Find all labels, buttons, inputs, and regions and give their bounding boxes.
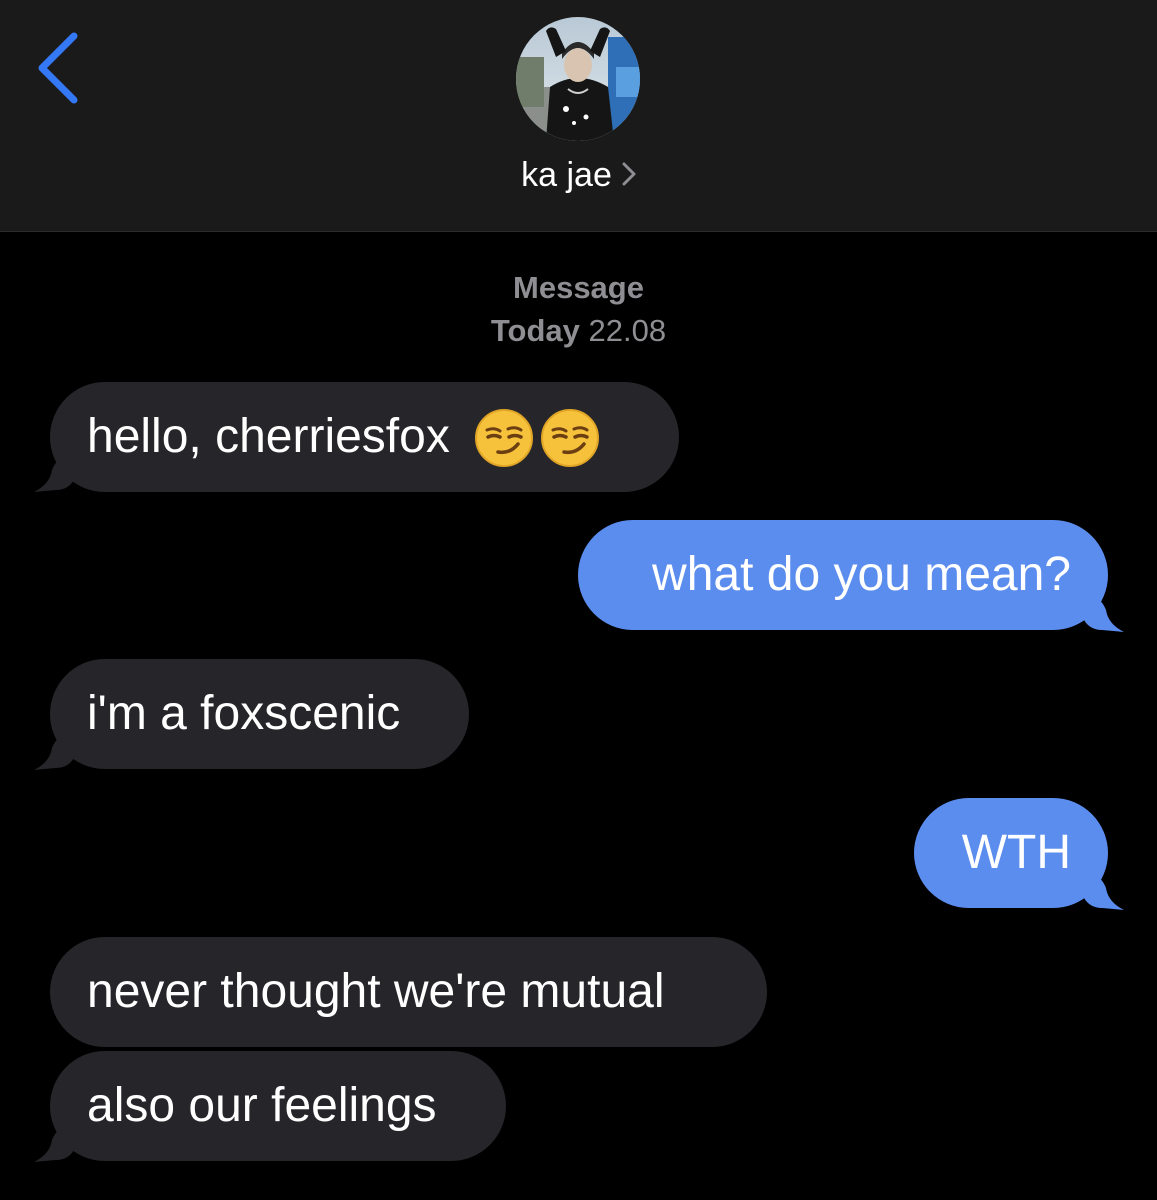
timestamp-day: Today: [490, 313, 580, 348]
message-text: WTH: [961, 826, 1071, 879]
back-button[interactable]: [30, 28, 90, 108]
emoji-group: [468, 380, 600, 490]
message-text: never thought we're mutual: [87, 965, 665, 1018]
conversation-header: ka jae: [0, 0, 1157, 232]
smirking-face-emoji-icon: [540, 408, 599, 467]
message-text: what do you mean?: [652, 548, 1071, 601]
service-label-text: Message: [513, 270, 644, 305]
avatar-photo-icon: [516, 17, 640, 141]
message-bubble-sent[interactable]: what do you mean?: [578, 520, 1108, 630]
message-bubble-received[interactable]: never thought we're mutual: [50, 937, 767, 1047]
message-bubble-sent[interactable]: WTH: [914, 798, 1108, 908]
message-text: also our feelings: [87, 1079, 437, 1132]
contact-avatar[interactable]: [516, 17, 640, 141]
timestamp-time: 22.08: [588, 313, 667, 348]
message-bubble-received[interactable]: also our feelings: [50, 1051, 506, 1161]
smirking-face-emoji-icon: [474, 408, 533, 467]
message-bubble-received[interactable]: hello, cherriesfox: [50, 382, 679, 492]
bubble-tail-sent: [1084, 874, 1124, 910]
bubble-tail-received: [34, 456, 74, 492]
timestamp: Today 22.08: [0, 311, 1157, 351]
contact-name: ka jae: [521, 156, 612, 194]
chevron-left-icon[interactable]: [30, 28, 90, 108]
bubble-tail-received: [34, 1126, 74, 1162]
chevron-right-icon: [622, 162, 636, 186]
message-bubble-received[interactable]: i'm a foxscenic: [50, 659, 469, 769]
message-text: hello, cherriesfox: [87, 410, 450, 463]
contact-name-button[interactable]: ka jae: [0, 152, 1157, 198]
bubble-tail-received: [34, 734, 74, 770]
message-text: i'm a foxscenic: [87, 687, 401, 740]
service-label: Message: [0, 268, 1157, 308]
bubble-tail-sent: [1084, 596, 1124, 632]
